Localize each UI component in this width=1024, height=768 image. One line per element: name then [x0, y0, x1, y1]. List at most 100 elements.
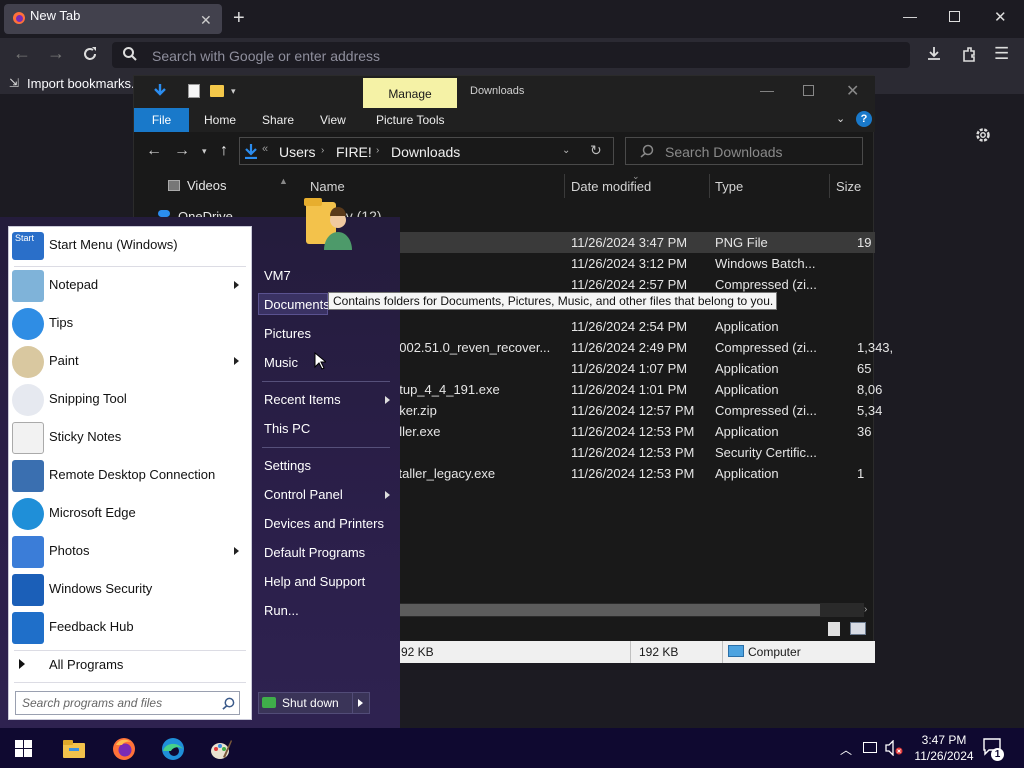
explorer-maximize-icon[interactable] [803, 85, 814, 96]
picture-tools-tab[interactable]: Picture Tools [376, 113, 444, 127]
file-size: 19 [857, 235, 872, 250]
tips-icon [12, 308, 44, 340]
details-view-icon[interactable] [828, 622, 840, 636]
address-dropdown-icon[interactable]: ⌄ [562, 145, 570, 156]
user-folder-picture-icon [302, 194, 354, 252]
start-right-documents[interactable]: Documents [264, 297, 330, 312]
close-tab-icon[interactable]: ✕ [200, 12, 212, 29]
edge-icon [12, 498, 44, 530]
right-separator [262, 447, 390, 448]
share-tab[interactable]: Share [262, 113, 294, 127]
quick-access-download-icon[interactable] [152, 83, 168, 99]
help-icon[interactable]: ? [856, 111, 872, 127]
column-separator[interactable] [564, 174, 565, 198]
start-right-help-and-support[interactable]: Help and Support [264, 574, 365, 589]
new-folder-icon[interactable] [210, 85, 224, 97]
search-icon[interactable] [222, 697, 235, 710]
start-right-default-programs[interactable]: Default Programs [264, 545, 365, 560]
windows-start-icon[interactable] [15, 740, 32, 757]
column-name[interactable]: Name [310, 179, 345, 194]
file-explorer-taskbar-icon[interactable] [63, 740, 85, 758]
breadcrumb-downloads[interactable]: Downloads [391, 144, 460, 160]
volume-muted-icon[interactable] [885, 740, 903, 756]
column-separator[interactable] [829, 174, 830, 198]
large-icons-view-icon[interactable] [850, 622, 866, 635]
manage-context-tab[interactable]: Manage [363, 78, 457, 108]
reload-icon[interactable] [81, 45, 99, 63]
firefox-taskbar-icon[interactable] [112, 737, 136, 761]
start-right-pictures[interactable]: Pictures [264, 326, 311, 341]
start-pinned-item[interactable]: Snipping Tool [12, 382, 248, 418]
tab-title: New Tab [30, 8, 81, 23]
start-right-run[interactable]: Run... [264, 603, 299, 618]
start-right-settings[interactable]: Settings [264, 458, 311, 473]
refresh-icon[interactable]: ↻ [590, 142, 602, 159]
settings-gear-icon[interactable] [974, 126, 992, 144]
start-pinned-item[interactable]: Tips [12, 306, 248, 342]
file-type: Application [715, 361, 779, 376]
restore-icon[interactable] [949, 11, 960, 22]
search-icon [122, 46, 138, 62]
file-type: Compressed (zi... [715, 277, 817, 292]
home-tab[interactable]: Home [204, 113, 236, 127]
all-programs-link[interactable]: All Programs [49, 657, 123, 672]
properties-icon[interactable] [188, 84, 200, 98]
shutdown-divider [352, 692, 353, 714]
forward-icon[interactable]: → [174, 142, 190, 160]
start-right-vm7[interactable]: VM7 [264, 268, 291, 283]
nav-videos[interactable]: Videos [187, 178, 227, 193]
notification-count-badge: 1 [991, 748, 1004, 761]
start-pinned-item[interactable]: Photos [12, 534, 248, 570]
start-pinned-item[interactable]: Notepad [12, 268, 248, 304]
view-tab[interactable]: View [320, 113, 346, 127]
column-size[interactable]: Size [836, 179, 861, 194]
new-tab-icon[interactable]: + [233, 7, 245, 30]
column-type[interactable]: Type [715, 179, 743, 194]
expand-ribbon-icon[interactable]: ⌄ [836, 112, 845, 125]
start-right-recent-items[interactable]: Recent Items [264, 392, 341, 407]
breadcrumb-overflow-icon[interactable]: « [262, 143, 268, 155]
import-bookmarks-link[interactable]: Import bookmarks... [27, 76, 142, 91]
nav-scroll-up-icon[interactable]: ▲ [279, 176, 288, 186]
explorer-close-icon[interactable]: ✕ [846, 81, 859, 101]
file-type: PNG File [715, 235, 768, 250]
explorer-minimize-icon[interactable]: — [760, 82, 774, 98]
extensions-icon[interactable] [960, 45, 978, 63]
back-icon[interactable]: ← [146, 142, 162, 160]
breadcrumb-users[interactable]: Users [279, 144, 316, 160]
start-right-devices-and-printers[interactable]: Devices and Printers [264, 516, 384, 531]
start-right-this-pc[interactable]: This PC [264, 421, 310, 436]
scroll-right-icon[interactable]: › [864, 604, 867, 615]
edge-taskbar-icon[interactable] [161, 737, 185, 761]
back-icon[interactable]: ← [13, 43, 31, 64]
show-hidden-icons-icon[interactable]: ︿ [840, 741, 852, 758]
start-right-music[interactable]: Music [264, 355, 298, 370]
minimize-icon[interactable]: — [903, 8, 917, 24]
column-separator[interactable] [709, 174, 710, 198]
start-pinned-item[interactable]: Feedback Hub [12, 610, 248, 646]
start-pinned-item[interactable]: Windows Security [12, 572, 248, 608]
up-icon[interactable]: ↑ [220, 142, 228, 160]
start-pinned-item[interactable]: Remote Desktop Connection [12, 458, 248, 494]
customize-qat-icon[interactable]: ▾ [231, 86, 236, 97]
start-pinned-item[interactable]: Microsoft Edge [12, 496, 248, 532]
recent-locations-icon[interactable]: ▾ [202, 146, 207, 157]
taskbar-clock[interactable]: 3:47 PM 11/26/2024 [904, 732, 984, 764]
start-right-control-panel[interactable]: Control Panel [264, 487, 343, 502]
shutdown-options-icon[interactable] [358, 699, 363, 707]
submenu-arrow-icon [234, 547, 239, 555]
start-pinned-item[interactable]: Paint [12, 344, 248, 380]
start-pinned-item[interactable]: Sticky Notes [12, 420, 248, 456]
start-icon-text: Start [15, 233, 35, 243]
file-tab[interactable]: File [134, 108, 189, 132]
menu-icon[interactable]: ☰ [994, 44, 1009, 64]
network-icon[interactable] [863, 742, 877, 753]
file-date: 11/26/2024 12:57 PM [571, 403, 695, 418]
downloads-icon[interactable] [925, 45, 943, 63]
breadcrumb-fire[interactable]: FIRE! [336, 144, 372, 160]
close-window-icon[interactable]: ✕ [994, 8, 1007, 26]
paint-taskbar-icon[interactable] [209, 737, 233, 761]
start-pinned-item[interactable]: Start Start Menu (Windows) [12, 228, 248, 264]
search-icon [640, 144, 654, 158]
forward-icon[interactable]: → [47, 43, 65, 64]
